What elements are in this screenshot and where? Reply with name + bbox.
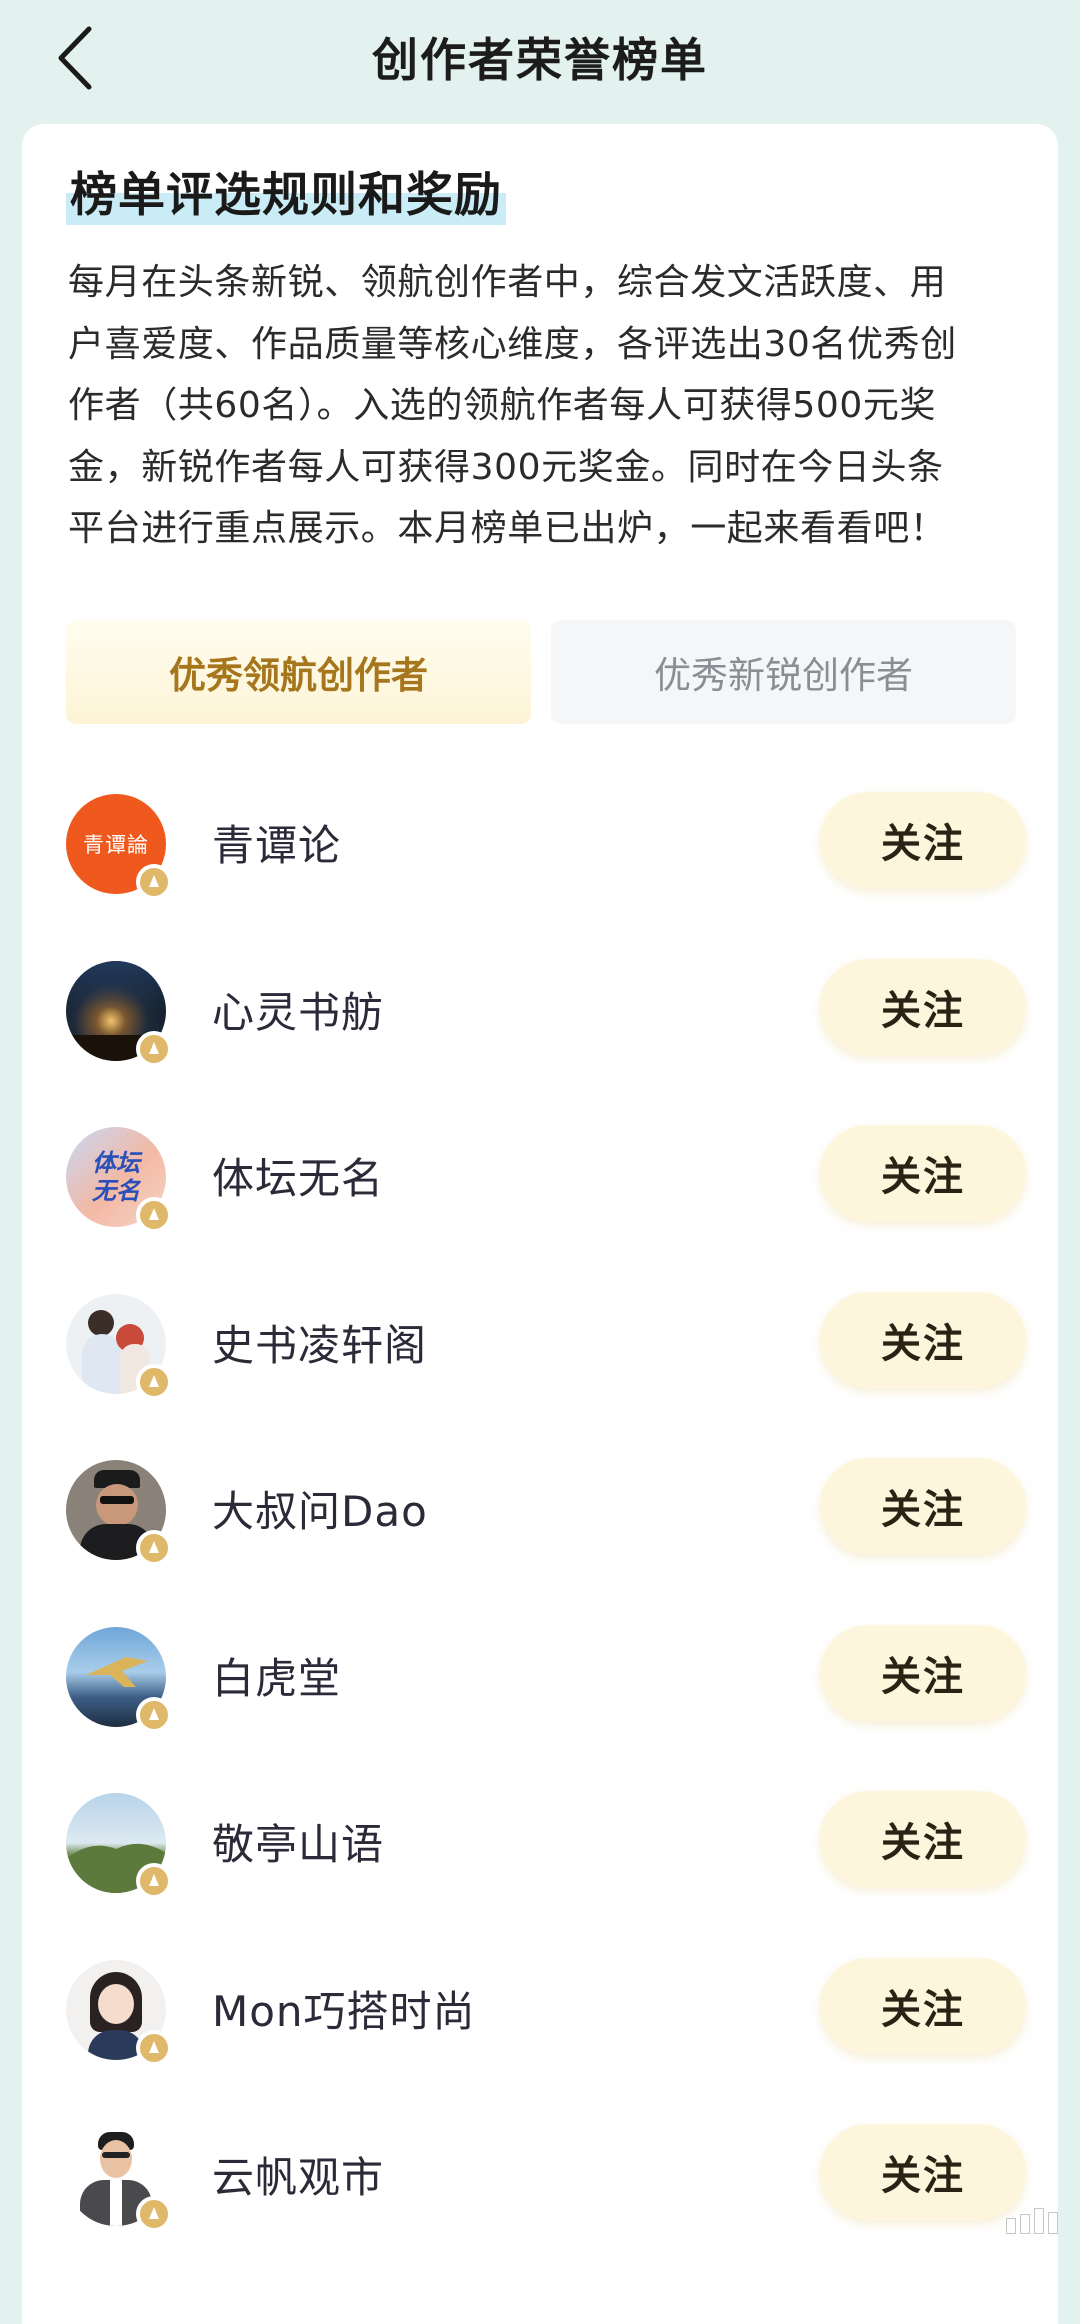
creator-badge-icon xyxy=(136,2196,172,2232)
avatar[interactable] xyxy=(66,1793,172,1899)
creator-badge-icon xyxy=(136,1696,172,1733)
avatar[interactable]: 青谭論 xyxy=(66,794,172,900)
creator-row: 大叔问Dao 关注 xyxy=(22,1450,1058,1617)
creator-name[interactable]: 史书凌轩阁 xyxy=(212,1312,427,1373)
creator-badge-icon xyxy=(136,864,172,900)
tab-leading-creators[interactable]: 优秀领航创作者 xyxy=(66,620,531,724)
creator-row: 史书凌轩阁 关注 xyxy=(22,1284,1058,1451)
tab-new-creators[interactable]: 优秀新锐创作者 xyxy=(551,620,1016,724)
creator-row: 白虎堂 关注 xyxy=(22,1617,1058,1784)
follow-button[interactable]: 关注 xyxy=(820,792,1026,888)
avatar[interactable] xyxy=(66,1460,172,1566)
creator-name[interactable]: 云帆观市 xyxy=(212,2144,384,2205)
creator-row: 体坛无名 体坛无名 关注 xyxy=(22,1117,1058,1284)
follow-button[interactable]: 关注 xyxy=(820,1291,1026,1388)
avatar[interactable] xyxy=(66,960,172,1067)
creator-name[interactable]: Mon巧搭时尚 xyxy=(212,1978,476,2039)
creator-row: Mon巧搭时尚 关注 xyxy=(22,1950,1058,2117)
page-title: 创作者荣誉榜单 xyxy=(372,33,708,87)
creator-badge-icon xyxy=(136,1863,172,1899)
rules-description: 每月在头条新锐、领航创作者中，综合发文活跃度、用 户喜爱度、作品质量等核心维度，… xyxy=(68,252,1018,560)
creator-badge-icon xyxy=(136,1530,172,1566)
rules-line: 户喜爱度、作品质量等核心维度，各评选出30名优秀创 xyxy=(68,323,957,365)
creator-badge-icon xyxy=(136,1363,172,1400)
avatar[interactable] xyxy=(66,1626,172,1733)
rules-line: 每月在头条新锐、领航创作者中，综合发文活跃度、用 xyxy=(68,262,947,303)
rules-heading: 榜单评选规则和奖励 xyxy=(66,154,506,225)
creator-name[interactable]: 体坛无名 xyxy=(212,1145,384,1206)
avatar[interactable] xyxy=(66,1293,172,1400)
creator-tabs: 优秀领航创作者 优秀新锐创作者 xyxy=(66,620,1016,724)
rules-line: 金，新锐作者每人可获得300元奖金。同时在今日头条 xyxy=(68,446,944,488)
follow-button[interactable]: 关注 xyxy=(820,1125,1026,1221)
creator-name[interactable]: 敬亭山语 xyxy=(212,1811,384,1872)
creator-row: 心灵书舫 关注 xyxy=(22,951,1058,1118)
avatar[interactable] xyxy=(66,1959,172,2066)
follow-button[interactable]: 关注 xyxy=(820,1957,1026,2054)
follow-button[interactable]: 关注 xyxy=(820,958,1026,1055)
creator-name[interactable]: 青谭论 xyxy=(212,812,341,873)
avatar[interactable]: 体坛无名 xyxy=(66,1127,172,1233)
avatar-logo-text: 体坛无名 xyxy=(92,1149,140,1205)
creator-badge-icon xyxy=(136,1197,172,1233)
creator-badge-icon xyxy=(136,2029,172,2066)
creator-row: 青谭論 青谭论 关注 xyxy=(22,784,1058,951)
follow-button[interactable]: 关注 xyxy=(820,1458,1026,1554)
creator-name[interactable]: 大叔问Dao xyxy=(212,1478,428,1539)
rules-line: 平台进行重点展示。本月榜单已出炉，一起来看看吧！ xyxy=(68,508,947,549)
creator-list: 青谭論 青谭论 关注 心灵书舫 关注 体坛无名 体坛无名 关注 史书凌轩阁 关注… xyxy=(22,784,1058,2283)
follow-button[interactable]: 关注 xyxy=(820,1624,1026,1721)
creator-badge-icon xyxy=(136,1030,172,1067)
follow-button[interactable]: 关注 xyxy=(820,1791,1026,1887)
avatar[interactable] xyxy=(66,2126,172,2232)
watermark-icon xyxy=(1006,2208,1066,2234)
creator-name[interactable]: 心灵书舫 xyxy=(212,979,384,1040)
rules-line: 作者（共60名）。入选的领航作者每人可获得500元奖 xyxy=(68,385,937,426)
follow-button[interactable]: 关注 xyxy=(820,2124,1026,2220)
avatar-logo-text: 青谭論 xyxy=(83,833,149,857)
creator-name[interactable]: 白虎堂 xyxy=(212,1645,341,1706)
creator-row: 云帆观市 关注 xyxy=(22,2116,1058,2283)
creator-row: 敬亭山语 关注 xyxy=(22,1783,1058,1950)
content-card: 榜单评选规则和奖励 每月在头条新锐、领航创作者中，综合发文活跃度、用 户喜爱度、… xyxy=(22,124,1058,2324)
top-navigation-bar: 创作者荣誉榜单 xyxy=(0,0,1080,120)
